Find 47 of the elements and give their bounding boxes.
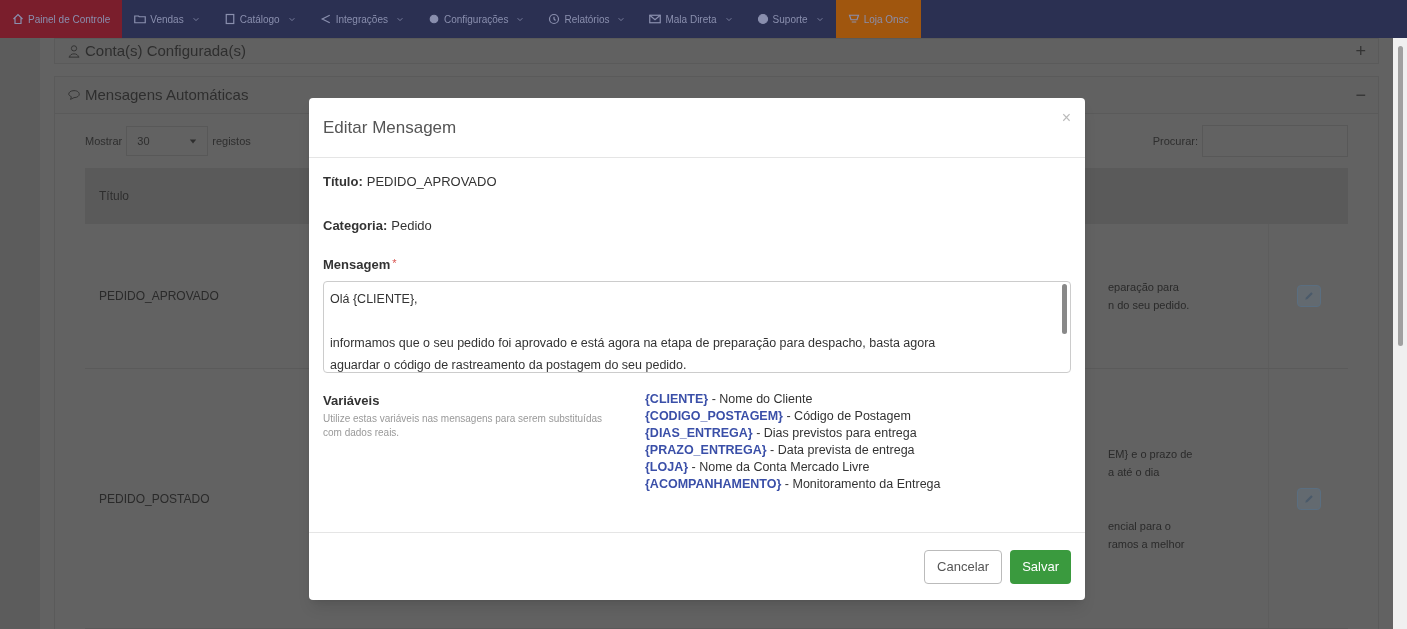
required-mark: * <box>392 256 397 271</box>
history-icon <box>548 13 561 25</box>
message-text: eparação para <box>1108 280 1180 295</box>
caret-icon <box>516 15 525 23</box>
message-line: Olá {CLIENTE}, <box>330 290 419 308</box>
nav-item[interactable]: Painel de Controle <box>0 0 123 38</box>
pencil-icon <box>1302 492 1315 505</box>
store-icon <box>847 13 860 25</box>
field-value: PEDIDO_APROVADO <box>366 173 497 191</box>
message-line: informamos que o seu pedido foi aprovado e está agora na etapa de preparação para despacho, basta agora <box>330 334 937 352</box>
message-label: Mensagem <box>323 256 391 274</box>
variable-item: {CLIENTE} - Nome do Cliente <box>645 390 814 408</box>
edit-button[interactable] <box>1296 285 1321 307</box>
home-icon <box>12 13 24 25</box>
table-cell-text: PEDIDO_POSTADO <box>99 490 210 508</box>
pencil-icon <box>1302 290 1315 302</box>
table-cell-text: PEDIDO_APROVADO <box>99 288 219 305</box>
field-label: Título: <box>323 173 363 191</box>
message-line: aguardar o código de rastreamento da postagem do seu pedido. <box>330 356 688 374</box>
caret-icon <box>395 15 404 23</box>
share-icon <box>319 13 332 25</box>
caret-icon <box>191 15 200 23</box>
dialog-title: Editar Mensagem <box>323 116 457 139</box>
save-button[interactable]: Salvar <box>1010 549 1071 584</box>
variable-item: {LOJA} - Nome da Conta Mercado Livre <box>645 458 871 476</box>
users-icon <box>67 44 81 58</box>
caret-icon <box>815 15 824 23</box>
variable-item: {DIAS_ENTREGA} - Dias previstos para entrega <box>645 424 918 442</box>
caret-icon <box>287 15 296 23</box>
mail-icon <box>649 13 662 25</box>
variable-item: {PRAZO_ENTREGA} - Data prevista de entrega <box>645 441 916 459</box>
edit-button[interactable] <box>1296 487 1321 510</box>
variable-item: {ACOMPANHAMENTO} - Monitoramento da Entrega <box>645 475 941 493</box>
folder-icon <box>134 13 147 25</box>
field-value: Pedido <box>391 216 432 235</box>
cancel-button[interactable]: Cancelar <box>924 549 1003 584</box>
speech-bubble-icon <box>67 88 81 102</box>
message-textarea[interactable]: Olá {CLIENTE}, informamos que o seu pedido foi aprovado e está agora na etapa de preparação para despacho, basta agora aguardar o código de rastreamento da postagem do seu pedido. <box>323 280 1071 373</box>
caret-icon <box>189 137 198 145</box>
variables-help: Utilize estas variáveis nas mensagens para serem substituídas com dados reais. <box>323 412 604 440</box>
book-icon <box>223 13 236 25</box>
variables-title: Variáveis <box>323 391 381 410</box>
field-label: Categoria: <box>323 216 388 235</box>
toggle-icon[interactable]: − <box>1355 81 1366 109</box>
caret-icon <box>724 15 733 23</box>
variable-item: {CODIGO_POSTAGEM} - Código de Postagem <box>645 407 912 425</box>
caret-icon <box>617 15 626 23</box>
